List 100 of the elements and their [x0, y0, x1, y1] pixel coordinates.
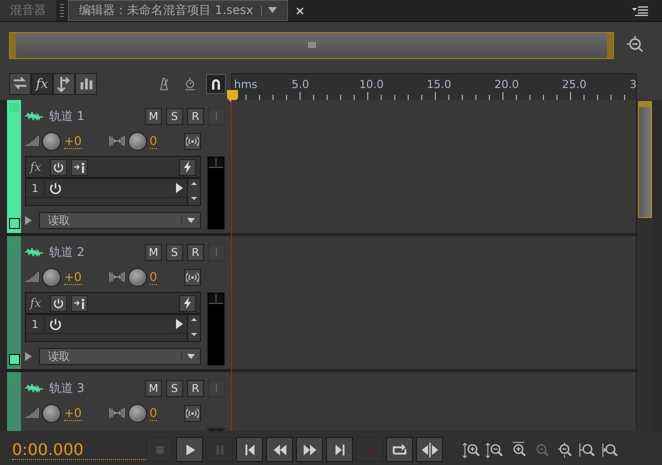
track-toggle-button[interactable]: M: [145, 380, 162, 396]
volume-knob[interactable]: [42, 132, 61, 150]
ruler-label: 20.0: [494, 78, 519, 91]
lightning-icon: [182, 161, 192, 173]
ruler-label: 15.0: [426, 78, 452, 91]
rewind-button[interactable]: [266, 437, 293, 462]
stereo-button[interactable]: [184, 132, 201, 150]
skip-icon: [420, 440, 438, 458]
pan-value[interactable]: 0: [150, 270, 158, 284]
track-name[interactable]: 轨道 3: [49, 380, 84, 396]
io-view-button[interactable]: [9, 73, 31, 95]
track-toggle-button[interactable]: S: [166, 108, 183, 124]
volume-value[interactable]: +0: [64, 134, 82, 148]
lightning-button[interactable]: [179, 294, 196, 312]
zoom-out-icon[interactable]: [626, 35, 646, 55]
dropdown-caret-icon: [187, 218, 195, 222]
broadcast-icon: [186, 136, 199, 146]
effect-slot[interactable]: 1: [26, 179, 187, 198]
playhead-marker[interactable]: [227, 90, 238, 104]
automation-mode-dropdown[interactable]: 读取: [39, 348, 201, 364]
lightning-button[interactable]: [179, 158, 196, 176]
overview-scrollbar[interactable]: [9, 32, 614, 58]
close-icon[interactable]: [296, 6, 304, 14]
zoom-icon: [577, 440, 596, 458]
to-start-button[interactable]: [236, 437, 263, 462]
editor-tab[interactable]: 混音器: [0, 0, 56, 21]
ruler-label: 3: [630, 78, 637, 91]
broadcast-icon: [186, 272, 199, 282]
power-button[interactable]: [50, 294, 67, 312]
dropdown-caret-icon[interactable]: [268, 6, 278, 12]
waveform-icon: [25, 111, 43, 121]
magnet-button[interactable]: [206, 74, 226, 94]
waveform-icon: [25, 247, 43, 257]
zoom-icon: [485, 440, 504, 458]
track-toggle-button[interactable]: R: [187, 380, 204, 396]
arrow-person-icon: [74, 162, 86, 172]
ruler-label: hms: [234, 78, 258, 91]
track-toggle-button[interactable]: S: [166, 244, 183, 260]
dropdown-caret-icon: [187, 354, 195, 358]
pan-value[interactable]: 0: [150, 134, 158, 148]
expand-icon[interactable]: [25, 216, 32, 224]
eq-view-button[interactable]: [75, 73, 97, 95]
expand-icon[interactable]: [25, 352, 32, 360]
automation-mode-dropdown[interactable]: 读取: [39, 212, 201, 228]
track-name[interactable]: 轨道 1: [49, 108, 84, 124]
volume-value[interactable]: +0: [64, 406, 82, 420]
zoom-icon: [600, 440, 619, 458]
track-color-swatch[interactable]: [8, 218, 20, 229]
loop-button[interactable]: [386, 437, 413, 462]
track-toggle-button[interactable]: R: [187, 244, 204, 260]
power-icon[interactable]: [49, 182, 62, 194]
fx-view-button[interactable]: fx: [31, 73, 53, 95]
volume-knob[interactable]: [42, 404, 61, 422]
volume-icon: [25, 272, 39, 282]
pan-knob[interactable]: [128, 268, 147, 286]
range-end-handle[interactable]: [607, 32, 613, 58]
to-end-button[interactable]: [326, 437, 353, 462]
editor-tab[interactable]: 编辑器：未命名混音项目 1.sesx: [68, 0, 288, 21]
panel-menu-icon[interactable]: [632, 6, 648, 16]
track-color-strip[interactable]: [7, 236, 21, 369]
stereo-button[interactable]: [184, 404, 201, 422]
power-button[interactable]: [50, 158, 67, 176]
pan-knob[interactable]: [128, 404, 147, 422]
scrollbar-thumb[interactable]: [638, 101, 652, 218]
effects-label: fx: [30, 296, 42, 310]
range-start-handle[interactable]: [10, 32, 16, 58]
sends-view-button[interactable]: [53, 73, 75, 95]
track-toggle-button[interactable]: R: [187, 108, 204, 124]
track-toggle-button[interactable]: M: [145, 108, 162, 124]
track-color-swatch[interactable]: [8, 354, 20, 365]
effect-slot[interactable]: 1: [26, 315, 187, 334]
volume-icon: [25, 408, 39, 418]
forward-button[interactable]: [296, 437, 323, 462]
pan-knob[interactable]: [128, 132, 147, 150]
broadcast-icon: [186, 408, 199, 418]
stopwatch-icon: [182, 76, 198, 92]
pre-fader-button[interactable]: [71, 158, 88, 176]
track-color-strip[interactable]: [7, 100, 21, 233]
power-icon[interactable]: [49, 318, 62, 330]
track-toggle-button[interactable]: S: [166, 380, 183, 396]
volume-icon: [25, 136, 39, 146]
pan-value[interactable]: 0: [150, 406, 158, 420]
track-name[interactable]: 轨道 2: [49, 244, 84, 260]
pre-fader-button[interactable]: [71, 294, 88, 312]
grip-icon[interactable]: [308, 41, 316, 49]
power-icon: [53, 298, 64, 308]
zoom-icon: [462, 440, 481, 458]
arrow-right-icon[interactable]: [176, 183, 183, 193]
stereo-button[interactable]: [184, 268, 201, 286]
ruler-label: 10.0: [359, 78, 384, 91]
ruler-label: 25.0: [562, 78, 586, 91]
play-button[interactable]: [176, 437, 203, 462]
pan-icon: [108, 135, 125, 147]
volume-value[interactable]: +0: [64, 270, 82, 284]
arrow-person-icon: [74, 298, 86, 308]
skip-button[interactable]: [416, 437, 443, 462]
arrow-right-icon[interactable]: [176, 319, 183, 329]
volume-knob[interactable]: [42, 268, 61, 286]
track-toggle-button[interactable]: M: [145, 244, 162, 260]
lightning-icon: [182, 297, 192, 309]
